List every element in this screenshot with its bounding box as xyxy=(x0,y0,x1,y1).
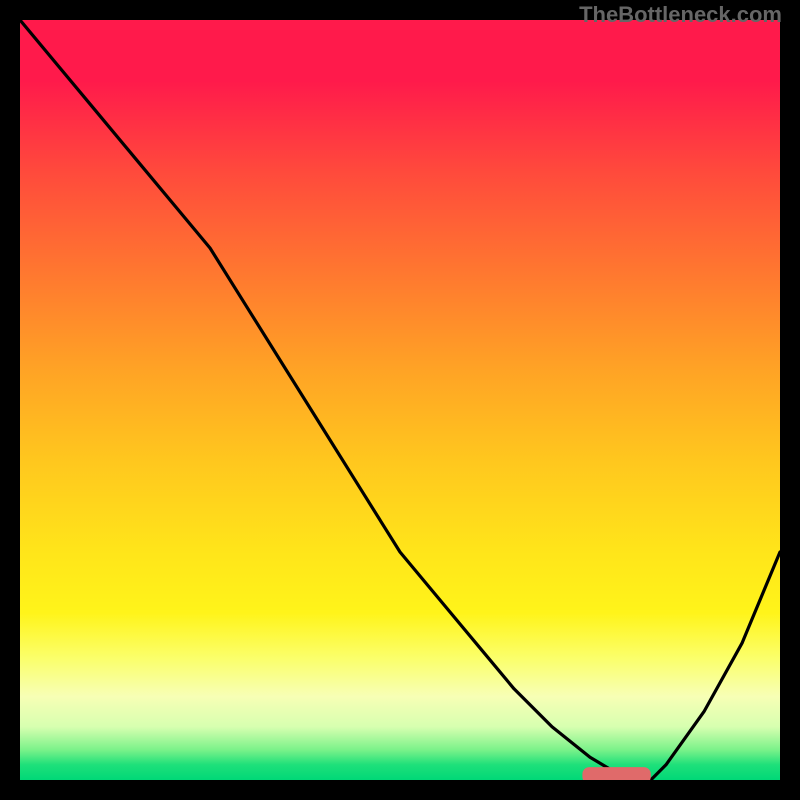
watermark-text: TheBottleneck.com xyxy=(579,2,782,28)
bottleneck-curve xyxy=(20,20,780,780)
gradient-plot-area xyxy=(20,20,780,780)
optimal-range-marker xyxy=(582,767,650,780)
chart-overlay xyxy=(20,20,780,780)
chart-frame: TheBottleneck.com xyxy=(0,0,800,800)
